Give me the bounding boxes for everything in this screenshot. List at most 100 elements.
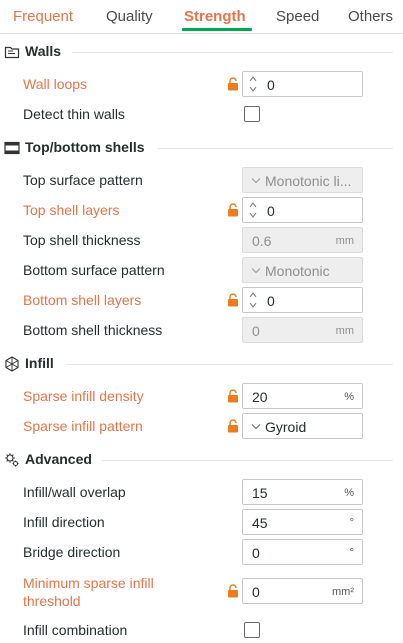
setting-wall-loops: Wall loops 0	[0, 71, 403, 97]
unlocked-icon[interactable]	[227, 293, 239, 307]
chevron-down-icon	[251, 178, 261, 184]
tab-frequent[interactable]: Frequent	[13, 8, 73, 25]
setting-detect-thin-walls: Detect thin walls	[0, 101, 403, 127]
setting-label: Infill/wall overlap	[23, 484, 126, 500]
field-value: 0	[267, 203, 275, 219]
spinner-arrows-icon[interactable]	[248, 290, 258, 310]
field-value: 0	[267, 77, 275, 93]
detect-thin-walls-checkbox[interactable]	[244, 106, 260, 122]
field-value: 0	[267, 293, 275, 309]
infill-wall-overlap-field[interactable]: 15 %	[242, 479, 363, 505]
sparse-infill-pattern-dropdown[interactable]: Gyroid	[242, 413, 363, 439]
section-title: Infill	[25, 355, 54, 371]
setting-label: Top shell thickness	[23, 232, 141, 248]
bottom-shell-thickness-field[interactable]: 0 mm	[242, 317, 363, 343]
setting-label: Wall loops	[23, 76, 88, 92]
setting-bottom-shell-layers: Bottom shell layers 0	[0, 287, 403, 313]
setting-label: Bottom shell layers	[23, 292, 142, 308]
setting-label: Bottom shell thickness	[23, 322, 163, 338]
setting-label: Detect thin walls	[23, 106, 125, 122]
section-divider	[72, 52, 393, 53]
field-value: 0.6	[252, 233, 272, 249]
field-value: 0	[252, 323, 260, 339]
field-unit: mm	[335, 325, 354, 337]
infill-icon	[5, 356, 19, 372]
settings-tab-bar: Frequent Quality Strength Speed Others	[0, 0, 403, 34]
spinner-arrows-icon[interactable]	[248, 74, 258, 94]
section-title: Advanced	[25, 451, 92, 467]
active-tab-indicator	[182, 28, 252, 31]
field-value: 45	[252, 515, 268, 531]
field-unit: mm²	[332, 586, 354, 598]
setting-label: Top shell layers	[23, 202, 120, 218]
setting-bottom-shell-thickness: Bottom shell thickness 0 mm	[0, 317, 403, 343]
tab-others[interactable]: Others	[348, 8, 393, 25]
unlocked-icon[interactable]	[227, 389, 239, 403]
field-value: 15	[252, 485, 268, 501]
tab-speed[interactable]: Speed	[276, 8, 319, 25]
field-value: 0	[252, 545, 260, 561]
field-value: Monotonic li...	[265, 173, 352, 189]
infill-direction-field[interactable]: 45 °	[242, 509, 363, 535]
section-infill: Infill	[0, 353, 403, 375]
infill-combination-checkbox[interactable]	[244, 622, 260, 638]
bottom-shell-layers-spinner[interactable]: 0	[242, 287, 363, 313]
section-advanced: Advanced	[0, 449, 403, 471]
bottom-surface-pattern-dropdown[interactable]: Monotonic	[242, 257, 363, 283]
field-unit: %	[344, 391, 354, 403]
minimum-sparse-infill-threshold-field[interactable]: 0 mm²	[242, 578, 363, 604]
setting-top-shell-layers: Top shell layers 0	[0, 197, 403, 223]
setting-bottom-surface-pattern: Bottom surface pattern Monotonic	[0, 257, 403, 283]
setting-minimum-sparse-infill-threshold: Minimum sparse infill threshold 0 mm²	[0, 575, 403, 609]
section-title: Top/bottom shells	[25, 139, 145, 155]
top-shell-layers-spinner[interactable]: 0	[242, 197, 363, 223]
setting-label: Bottom surface pattern	[23, 262, 165, 278]
field-value: Monotonic	[265, 263, 330, 279]
bridge-direction-field[interactable]: 0 °	[242, 539, 363, 565]
setting-top-shell-thickness: Top shell thickness 0.6 mm	[0, 227, 403, 253]
spinner-arrows-icon[interactable]	[248, 200, 258, 220]
field-unit: °	[349, 517, 354, 529]
unlocked-icon[interactable]	[227, 203, 239, 217]
field-unit: °	[349, 547, 354, 559]
unlocked-icon[interactable]	[227, 77, 239, 91]
setting-label: Infill direction	[23, 514, 105, 530]
setting-bridge-direction: Bridge direction 0 °	[0, 539, 403, 565]
setting-label: Sparse infill density	[23, 388, 144, 404]
setting-sparse-infill-pattern: Sparse infill pattern Gyroid	[0, 413, 403, 439]
setting-infill-wall-overlap: Infill/wall overlap 15 %	[0, 479, 403, 505]
tab-quality[interactable]: Quality	[106, 8, 153, 25]
top-shell-thickness-field[interactable]: 0.6 mm	[242, 227, 363, 253]
chevron-down-icon	[251, 424, 261, 430]
field-value: 0	[252, 584, 260, 600]
setting-label: Minimum sparse infill threshold	[23, 575, 154, 609]
section-divider	[102, 460, 393, 461]
field-value: 20	[252, 389, 268, 405]
setting-label: Bridge direction	[23, 544, 121, 560]
section-divider	[158, 148, 393, 149]
setting-infill-direction: Infill direction 45 °	[0, 509, 403, 535]
setting-top-surface-pattern: Top surface pattern Monotonic li...	[0, 167, 403, 193]
section-top-bottom-shells: Top/bottom shells	[0, 137, 403, 159]
setting-label: Top surface pattern	[23, 172, 143, 188]
tab-strength[interactable]: Strength	[184, 8, 246, 25]
gears-icon	[5, 453, 19, 467]
walls-icon	[4, 46, 20, 59]
setting-label: Sparse infill pattern	[23, 418, 143, 434]
setting-sparse-infill-density: Sparse infill density 20 %	[0, 383, 403, 409]
setting-infill-combination: Infill combination	[0, 617, 403, 643]
section-walls: Walls	[0, 41, 403, 63]
section-title: Walls	[25, 43, 62, 59]
setting-label: Infill combination	[23, 622, 128, 638]
unlocked-icon[interactable]	[227, 584, 239, 598]
field-unit: mm	[335, 235, 354, 247]
sparse-infill-density-field[interactable]: 20 %	[242, 383, 363, 409]
top-surface-pattern-dropdown[interactable]: Monotonic li...	[242, 167, 363, 193]
section-divider	[66, 364, 393, 365]
field-unit: %	[344, 487, 354, 499]
shells-icon	[4, 141, 20, 155]
chevron-down-icon	[251, 268, 261, 274]
wall-loops-spinner[interactable]: 0	[242, 71, 363, 97]
unlocked-icon[interactable]	[227, 419, 239, 433]
field-value: Gyroid	[265, 419, 307, 435]
